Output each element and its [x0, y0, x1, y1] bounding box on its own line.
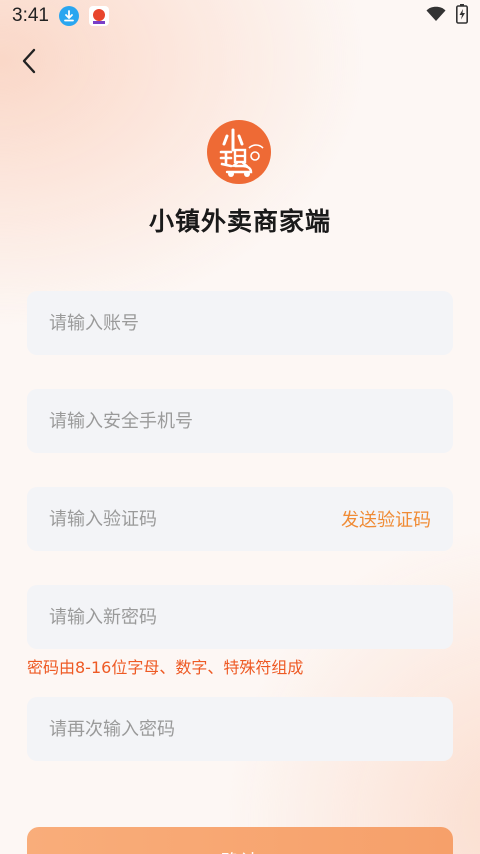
battery-icon: [456, 4, 468, 28]
code-field[interactable]: 发送验证码: [27, 487, 453, 551]
password-hint: 密码由8-16位字母、数字、特殊符组成: [27, 658, 304, 677]
send-code-button[interactable]: 发送验证码: [341, 506, 431, 532]
back-button[interactable]: [14, 44, 44, 78]
wifi-icon: [426, 6, 446, 26]
code-input[interactable]: [49, 508, 341, 530]
app-notification-icon: [88, 6, 109, 26]
phone-input[interactable]: [49, 410, 431, 432]
app-logo: [207, 120, 271, 184]
status-time: 3:41: [12, 5, 49, 26]
new-password-input[interactable]: [49, 606, 431, 628]
submit-label: 确认: [221, 847, 259, 854]
download-icon: [58, 6, 79, 26]
phone-field[interactable]: [27, 389, 453, 453]
account-field[interactable]: [27, 291, 453, 355]
account-input[interactable]: [49, 312, 431, 334]
submit-button[interactable]: 确认: [27, 827, 453, 854]
chevron-left-icon: [22, 48, 36, 74]
confirm-password-input[interactable]: [49, 718, 431, 740]
new-password-field[interactable]: [27, 585, 453, 649]
status-bar: 3:41: [0, 0, 480, 32]
app-title: 小镇外卖商家端: [148, 207, 331, 236]
confirm-password-field[interactable]: [27, 697, 453, 761]
